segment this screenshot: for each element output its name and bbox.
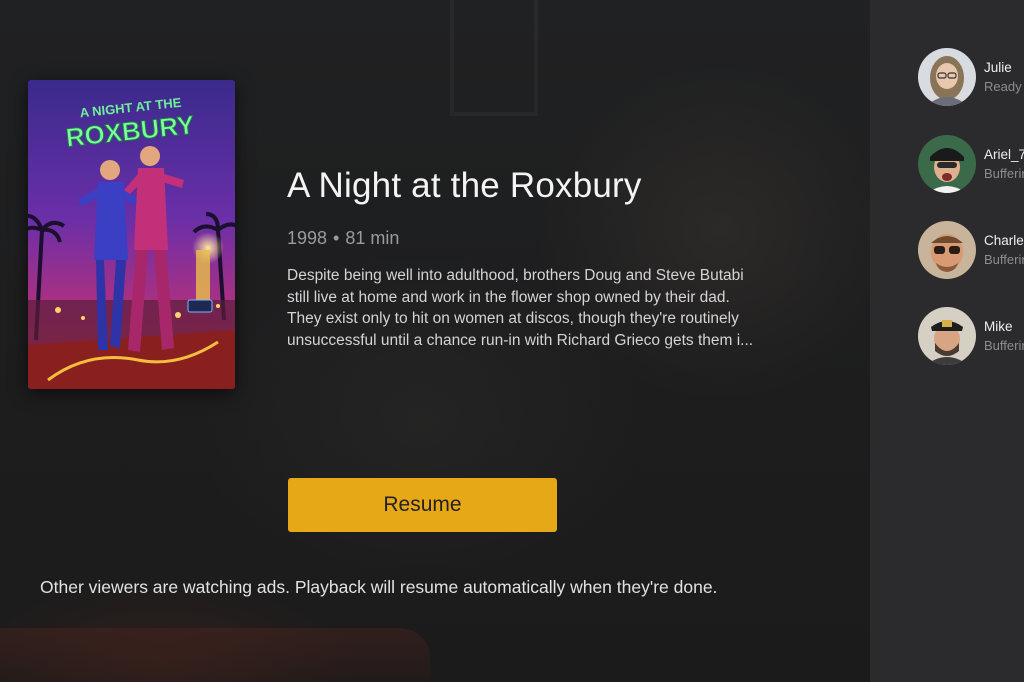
viewers-panel: Julie Ready Ariel_7 Buffering xyxy=(870,0,1024,682)
status-message: Other viewers are watching ads. Playback… xyxy=(40,577,718,597)
viewer-charles[interactable]: Charles Buffering xyxy=(918,221,1024,281)
watch-together-screen: A NIGHT AT THE ROXBURY A Night at the Ro… xyxy=(0,0,1024,682)
viewer-name: Julie xyxy=(984,60,1012,75)
meta-separator: • xyxy=(333,228,340,248)
synopsis-line: They exist only to hit on women at disco… xyxy=(287,310,739,327)
synopsis-line: still live at home and work in the flowe… xyxy=(287,288,730,306)
avatar xyxy=(918,48,976,106)
viewer-name: Ariel_7 xyxy=(984,147,1024,162)
viewer-mike[interactable]: Mike Buffering xyxy=(918,307,1024,367)
backdrop-table xyxy=(0,628,430,682)
movie-runtime: 81 min xyxy=(345,228,400,248)
avatar xyxy=(918,307,976,365)
resume-button[interactable]: Resume xyxy=(288,478,557,532)
movie-title: A Night at the Roxbury xyxy=(287,166,642,205)
movie-year: 1998 xyxy=(287,228,328,248)
backdrop-window-frame xyxy=(450,0,538,116)
viewer-ariel[interactable]: Ariel_7 Buffering xyxy=(918,135,1024,195)
synopsis-line: unsuccessful until a chance run-in with … xyxy=(287,331,754,349)
viewer-status: Buffering xyxy=(984,252,1024,267)
viewer-name: Mike xyxy=(984,319,1013,334)
avatar xyxy=(918,221,976,279)
viewer-status: Buffering xyxy=(984,166,1024,181)
viewer-status: Buffering xyxy=(984,338,1024,353)
movie-poster: A NIGHT AT THE ROXBURY xyxy=(28,80,235,389)
movie-meta: 1998 • 81 min xyxy=(287,228,399,249)
avatar xyxy=(918,135,976,193)
synopsis-line: Despite being well into adulthood, broth… xyxy=(287,267,744,284)
viewer-name: Charles xyxy=(984,233,1024,248)
movie-synopsis: Despite being well into adulthood, broth… xyxy=(287,265,827,351)
viewer-status: Ready xyxy=(984,79,1022,94)
viewer-julie[interactable]: Julie Ready xyxy=(918,48,1024,108)
